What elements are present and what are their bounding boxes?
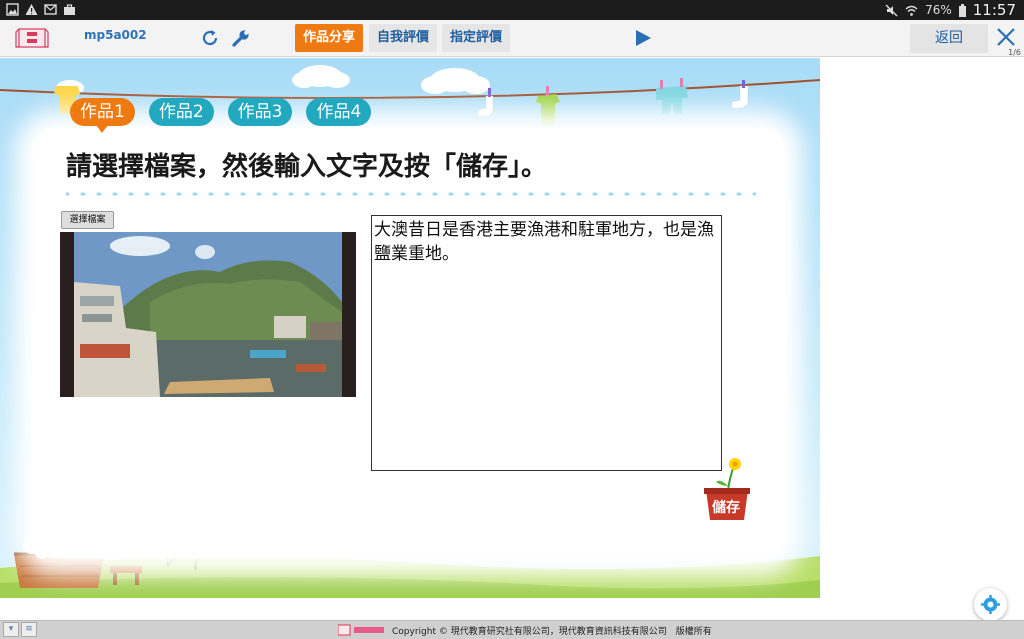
- dotted-divider: [66, 192, 756, 196]
- choose-file-button[interactable]: 選擇檔案: [61, 211, 114, 229]
- footer-logo: [338, 624, 384, 636]
- system-indicators: 76% 11:57: [885, 0, 1016, 20]
- refresh-icon[interactable]: [199, 27, 221, 49]
- assistive-button[interactable]: [974, 588, 1007, 621]
- book-id: mp5a002: [84, 28, 147, 42]
- gallery-icon: [6, 3, 19, 16]
- lesson-stage: 作品1 作品2 作品3 作品4 請選擇檔案，然後輸入文字及按「儲存」。 選擇檔案: [0, 58, 820, 598]
- work-tab-2[interactable]: 作品2: [148, 98, 214, 126]
- gear-icon: [981, 595, 1000, 614]
- work-tab-4[interactable]: 作品4: [306, 98, 372, 126]
- instruction-heading: 請選擇檔案，然後輸入文字及按「儲存」。: [66, 152, 548, 182]
- app-toolbar: mp5a002 作品分享 自我評價 指定評價 返回 1/6: [0, 20, 1024, 57]
- save-label: 儲存: [712, 500, 740, 516]
- wifi-icon: [905, 5, 918, 16]
- publisher-logo[interactable]: [15, 26, 49, 50]
- work-tab-3[interactable]: 作品3: [227, 98, 293, 126]
- notification-icons: [6, 3, 76, 16]
- tab-self-assessment[interactable]: 自我評價: [369, 24, 438, 52]
- collapse-button[interactable]: ▾: [3, 622, 19, 637]
- back-button[interactable]: 返回: [910, 24, 988, 53]
- briefcase-icon: [64, 4, 75, 15]
- description-textarea[interactable]: 大澳昔日是香港主要漁港和駐軍地方，也是漁鹽業重地。: [371, 215, 722, 471]
- mute-icon: [885, 4, 898, 16]
- tab-assigned-assessment[interactable]: 指定評價: [442, 24, 511, 52]
- tab-share-work[interactable]: 作品分享: [295, 24, 364, 52]
- mail-icon: [44, 4, 57, 15]
- uploaded-photo: [60, 232, 356, 397]
- clock: 11:57: [972, 1, 1016, 19]
- close-icon[interactable]: [995, 26, 1017, 48]
- battery-percent: 76%: [925, 3, 952, 17]
- copyright-text: Copyright © 現代教育研究社有限公司，現代教育資訊科技有限公司 版權所…: [392, 627, 712, 637]
- warning-icon: [25, 4, 38, 15]
- work-tabs: 作品1 作品2 作品3 作品4: [70, 98, 372, 133]
- battery-icon: [958, 3, 966, 17]
- work-tab-1[interactable]: 作品1: [70, 98, 135, 133]
- photo-harbour-scene: [60, 232, 356, 397]
- play-icon[interactable]: [633, 28, 653, 48]
- menu-button[interactable]: ≡: [21, 622, 37, 637]
- page-count: 1/6: [1008, 48, 1021, 57]
- footer-bar: ▾ ≡ Copyright © 現代教育研究社有限公司，現代教育資訊科技有限公司…: [0, 620, 1024, 639]
- app-screen: 76% 11:57 mp5a002 作品分享 自我評價 指定評價 返回 1/6 …: [0, 0, 1024, 639]
- save-button[interactable]: 儲存: [700, 456, 754, 526]
- status-bar: 76% 11:57: [0, 0, 1024, 20]
- wrench-icon[interactable]: [230, 27, 252, 49]
